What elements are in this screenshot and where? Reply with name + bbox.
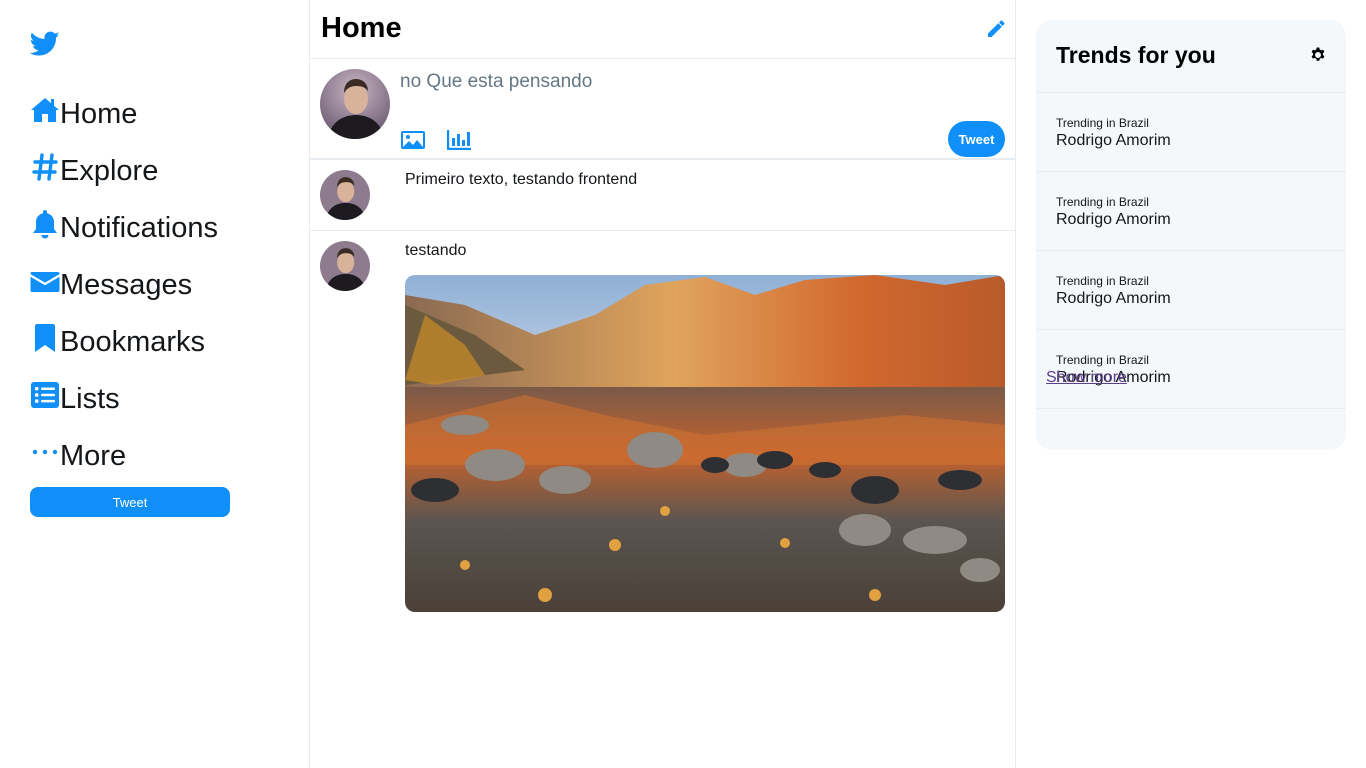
- sidebar-tweet-button[interactable]: Tweet: [30, 487, 230, 517]
- trends-panel: Trends for you Trending in Brazil Rodrig…: [1036, 20, 1346, 450]
- twitter-bird-icon[interactable]: [29, 31, 60, 57]
- avatar: [320, 170, 370, 220]
- trend-meta: Trending in Brazil: [1056, 274, 1149, 288]
- nav-label-lists: Lists: [60, 382, 120, 415]
- page-title: Home: [321, 12, 402, 44]
- more-icon: [30, 437, 60, 467]
- tweet-image[interactable]: [405, 275, 1005, 612]
- pencil-icon[interactable]: [987, 20, 1005, 38]
- trend-meta: Trending in Brazil: [1056, 353, 1149, 367]
- nav-item-messages[interactable]: Messages: [30, 256, 218, 313]
- trend-name: Rodrigo Amorim: [1056, 290, 1171, 307]
- avatar: [320, 241, 370, 291]
- main-nav: Home Explore Notifications Messages Book…: [30, 85, 218, 484]
- list-icon: [30, 380, 60, 410]
- avatar: [320, 69, 390, 139]
- nav-label-explore: Explore: [60, 154, 159, 187]
- bell-icon: [30, 209, 60, 239]
- left-sidebar: Home Explore Notifications Messages Book…: [0, 0, 309, 768]
- trend-name: Rodrigo Amorim: [1056, 132, 1171, 149]
- trend-item[interactable]: Trending in Brazil Rodrigo Amorim: [1036, 93, 1346, 172]
- tweet-text: Primeiro texto, testando frontend: [405, 171, 638, 188]
- tweet-item[interactable]: testando: [310, 231, 1015, 631]
- tweet-text: testando: [405, 242, 467, 259]
- trend-meta: Trending in Brazil: [1056, 195, 1149, 209]
- trend-meta: Trending in Brazil: [1056, 116, 1149, 130]
- main-feed: Home Tweet: [309, 0, 1016, 768]
- tweet-composer: Tweet: [310, 59, 1015, 160]
- nav-item-notifications[interactable]: Notifications: [30, 199, 218, 256]
- trend-name: Rodrigo Amorim: [1056, 211, 1171, 228]
- feed-header: Home: [310, 0, 1015, 59]
- nav-label-notifications: Notifications: [60, 211, 218, 244]
- nav-item-home[interactable]: Home: [30, 85, 218, 142]
- show-more-link[interactable]: Show more: [1046, 369, 1127, 387]
- composer-tweet-button[interactable]: Tweet: [948, 121, 1005, 157]
- composer-tools: [400, 129, 472, 151]
- nav-label-bookmarks: Bookmarks: [60, 325, 206, 358]
- nav-item-bookmarks[interactable]: Bookmarks: [30, 313, 218, 370]
- trends-header: Trends for you: [1036, 20, 1346, 93]
- hashtag-icon: [30, 152, 60, 182]
- nav-label-home: Home: [60, 97, 138, 130]
- trends-title: Trends for you: [1056, 42, 1216, 68]
- home-icon: [30, 95, 60, 125]
- nav-item-explore[interactable]: Explore: [30, 142, 218, 199]
- image-icon[interactable]: [400, 129, 426, 151]
- envelope-icon: [30, 266, 60, 296]
- nav-item-lists[interactable]: Lists: [30, 370, 218, 427]
- nav-label-more: More: [60, 439, 127, 472]
- trend-item[interactable]: Trending in Brazil Rodrigo Amorim: [1036, 251, 1346, 330]
- gear-icon[interactable]: [1310, 47, 1326, 63]
- bookmark-icon: [30, 323, 60, 353]
- tweet-item[interactable]: Primeiro texto, testando frontend: [310, 160, 1015, 231]
- poll-chart-icon[interactable]: [446, 129, 472, 151]
- trend-item[interactable]: Trending in Brazil Rodrigo Amorim: [1036, 172, 1346, 251]
- compose-input[interactable]: [400, 67, 920, 97]
- nav-item-more[interactable]: More: [30, 427, 218, 484]
- nav-label-messages: Messages: [60, 268, 193, 301]
